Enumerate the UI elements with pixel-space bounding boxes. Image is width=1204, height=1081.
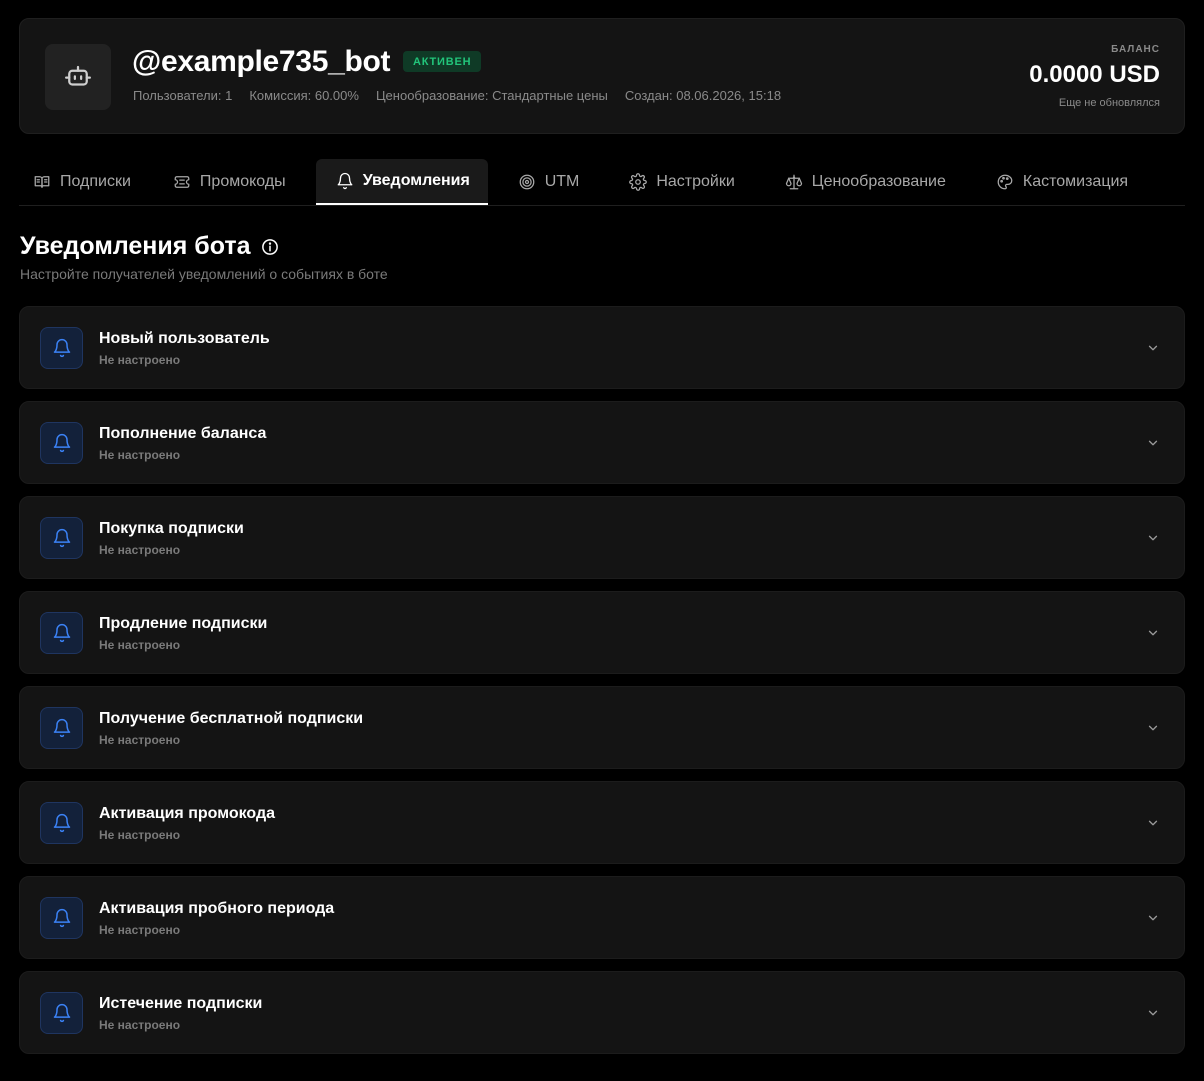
- tab-utm[interactable]: UTM: [488, 159, 600, 205]
- tab-label: Настройки: [656, 173, 735, 190]
- notification-icon-box: [40, 897, 83, 939]
- tab-label: Промокоды: [199, 173, 286, 190]
- notification-status: Не настроено: [99, 448, 181, 462]
- target-icon: [519, 174, 535, 190]
- notification-status: Не настроено: [99, 923, 181, 937]
- chevron-down-icon[interactable]: [1146, 436, 1160, 450]
- tab-label: Подписки: [60, 173, 131, 190]
- bell-icon: [53, 908, 70, 928]
- tab-bar: Подписки Промокоды Уведомления UTM Настр…: [19, 159, 1185, 206]
- page-subtitle: Настройте получателей уведомлений о собы…: [20, 266, 388, 282]
- ticket-icon: [174, 176, 190, 188]
- tab-label: UTM: [544, 173, 580, 190]
- notification-item-promocode-activation[interactable]: Активация промокода Не настроено: [19, 781, 1185, 864]
- bell-icon: [53, 433, 70, 453]
- notification-item-new-user[interactable]: Новый пользователь Не настроено: [19, 306, 1185, 389]
- chevron-down-icon[interactable]: [1146, 721, 1160, 735]
- bot-meta-row: Пользователи: 1 Комиссия: 60.00% Ценообр…: [133, 88, 781, 103]
- notification-status: Не настроено: [99, 1018, 181, 1032]
- gear-icon: [629, 173, 648, 191]
- meta-commission: Комиссия: 60.00%: [249, 88, 359, 103]
- tab-label: Уведомления: [362, 172, 470, 189]
- chevron-down-icon[interactable]: [1146, 816, 1160, 830]
- chevron-down-icon[interactable]: [1146, 626, 1160, 640]
- notification-item-trial-activation[interactable]: Активация пробного периода Не настроено: [19, 876, 1185, 959]
- bell-icon: [337, 172, 353, 190]
- notification-list: Новый пользователь Не настроено Пополнен…: [19, 306, 1185, 1054]
- bell-icon: [53, 1003, 70, 1023]
- notification-title: Пополнение баланса: [99, 425, 267, 442]
- notification-icon-box: [40, 327, 83, 369]
- balance-value: 0.0000 USD: [1029, 61, 1160, 88]
- page-title: Уведомления бота: [20, 232, 251, 260]
- chevron-down-icon[interactable]: [1146, 341, 1160, 355]
- bell-icon: [53, 813, 70, 833]
- tab-customization[interactable]: Кастомизация: [966, 159, 1148, 205]
- notification-title: Активация пробного периода: [99, 900, 335, 917]
- notification-title: Получение бесплатной подписки: [99, 710, 364, 727]
- tab-subscriptions[interactable]: Подписки: [19, 159, 151, 205]
- notification-item-balance-topup[interactable]: Пополнение баланса Не настроено: [19, 401, 1185, 484]
- notification-title: Продление подписки: [99, 615, 268, 632]
- robot-icon: [65, 65, 91, 86]
- notification-status: Не настроено: [99, 733, 181, 747]
- scale-icon: [785, 174, 802, 190]
- notification-status: Не настроено: [99, 543, 181, 557]
- meta-created: Создан: 08.06.2026, 15:18: [624, 88, 782, 103]
- chevron-down-icon[interactable]: [1146, 1006, 1160, 1020]
- notification-status: Не настроено: [99, 638, 181, 652]
- notification-icon-box: [40, 612, 83, 654]
- notification-status: Не настроено: [99, 828, 181, 842]
- tab-pricing[interactable]: Ценообразование: [755, 159, 966, 205]
- bell-icon: [53, 338, 70, 358]
- notification-item-free-subscription[interactable]: Получение бесплатной подписки Не настрое…: [19, 686, 1185, 769]
- bell-icon: [53, 718, 70, 738]
- notification-icon-box: [40, 802, 83, 844]
- chevron-down-icon[interactable]: [1146, 531, 1160, 545]
- notification-icon-box: [40, 707, 83, 749]
- tab-promocodes[interactable]: Промокоды: [151, 159, 306, 205]
- tab-settings[interactable]: Настройки: [599, 159, 754, 205]
- chevron-down-icon[interactable]: [1146, 911, 1160, 925]
- book-icon: [34, 176, 50, 188]
- bot-title: @example735_bot: [132, 45, 391, 78]
- bell-icon: [53, 623, 70, 643]
- palette-icon: [997, 174, 1013, 190]
- notification-icon-box: [40, 517, 83, 559]
- tab-notifications[interactable]: Уведомления: [315, 159, 488, 205]
- meta-users: Пользователи: 1: [133, 88, 233, 103]
- notification-title: Активация промокода: [99, 805, 276, 822]
- notification-item-subscription-renewal[interactable]: Продление подписки Не настроено: [19, 591, 1185, 674]
- info-icon[interactable]: [261, 238, 279, 256]
- meta-pricing: Ценообразование: Стандартные цены: [375, 88, 608, 103]
- bot-header-card: @example735_bot АКТИВЕН Пользователи: 1 …: [19, 18, 1185, 134]
- balance-note: Еще не обновлялся: [1058, 97, 1160, 109]
- notification-icon-box: [40, 992, 83, 1034]
- notification-item-subscription-expiry[interactable]: Истечение подписки Не настроено: [19, 971, 1185, 1054]
- status-badge: АКТИВЕН: [403, 51, 482, 72]
- tab-label: Кастомизация: [1022, 173, 1129, 190]
- page: @example735_bot АКТИВЕН Пользователи: 1 …: [0, 0, 1204, 1081]
- notification-status: Не настроено: [99, 353, 181, 367]
- section-header: Уведомления бота: [20, 232, 279, 261]
- notification-title: Новый пользователь: [99, 330, 270, 347]
- balance-label: БАЛАНС: [1111, 44, 1160, 55]
- notification-item-subscription-purchase[interactable]: Покупка подписки Не настроено: [19, 496, 1185, 579]
- notification-title: Покупка подписки: [99, 520, 244, 537]
- notification-icon-box: [40, 422, 83, 464]
- notification-title: Истечение подписки: [99, 995, 263, 1012]
- bell-icon: [53, 528, 70, 548]
- tab-label: Ценообразование: [811, 173, 946, 190]
- bot-avatar: [45, 44, 111, 110]
